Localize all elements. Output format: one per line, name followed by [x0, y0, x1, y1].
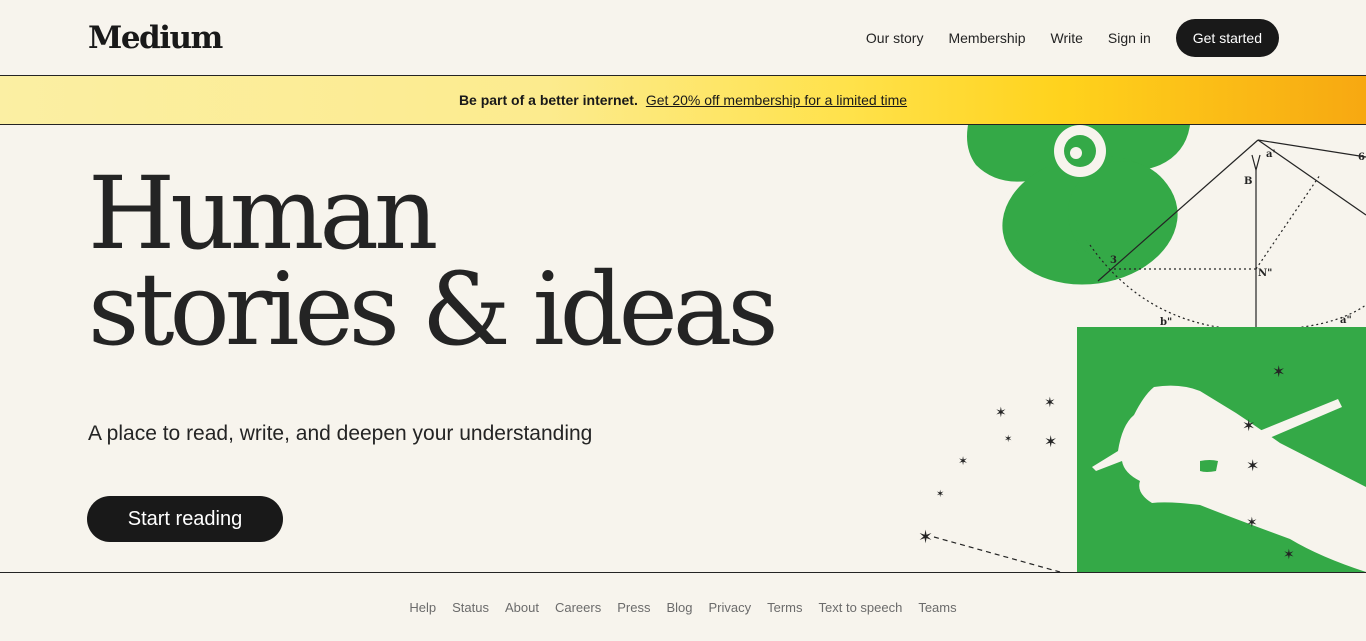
- hero-subtitle: A place to read, write, and deepen your …: [88, 422, 593, 445]
- banner-membership-link[interactable]: Get 20% off membership for a limited tim…: [646, 92, 907, 108]
- footer-help[interactable]: Help: [409, 600, 436, 615]
- nav-membership[interactable]: Membership: [948, 30, 1025, 46]
- hero-illustration: B N" E 3 b" a" a' 6 ✶ ✶ ✶ ✶ ✶ ✶ ✶ ✶ ✶ ✶ …: [918, 125, 1366, 572]
- diagram-label-a2: a": [1340, 315, 1352, 326]
- diagram-label-b2: b": [1160, 317, 1172, 328]
- svg-text:✶: ✶: [1246, 456, 1259, 475]
- medium-logo[interactable]: Medium: [88, 20, 223, 56]
- nav-our-story[interactable]: Our story: [866, 30, 924, 46]
- svg-text:✶: ✶: [1044, 432, 1057, 451]
- nav-write[interactable]: Write: [1051, 30, 1083, 46]
- footer-about[interactable]: About: [505, 600, 539, 615]
- footer-blog[interactable]: Blog: [666, 600, 692, 615]
- flower-illustration: [967, 125, 1190, 285]
- diagram-label-b: B: [1244, 176, 1252, 187]
- svg-text:✶: ✶: [1272, 362, 1285, 381]
- top-nav: Our story Membership Write Sign in Get s…: [866, 19, 1279, 57]
- start-reading-button[interactable]: Start reading: [87, 496, 283, 542]
- banner-text: Be part of a better internet.: [458, 92, 638, 108]
- get-started-button[interactable]: Get started: [1175, 19, 1279, 57]
- svg-text:✶: ✶: [1044, 395, 1056, 411]
- hero-title-line-2: stories & ideas: [88, 251, 779, 368]
- hand-illustration: [1077, 327, 1366, 572]
- promo-banner: Be part of a better internet. Get 20% of…: [0, 76, 1366, 125]
- footer-text-to-speech[interactable]: Text to speech: [819, 600, 903, 615]
- nav-sign-in[interactable]: Sign in: [1108, 30, 1151, 46]
- diagram-label-6: 6: [1358, 152, 1365, 163]
- footer-careers[interactable]: Careers: [555, 600, 601, 615]
- svg-text:✶: ✶: [995, 405, 1007, 421]
- svg-text:✶: ✶: [1242, 416, 1255, 435]
- footer-teams[interactable]: Teams: [918, 600, 956, 615]
- hero-title: Human stories & ideas: [88, 164, 779, 360]
- footer-privacy[interactable]: Privacy: [708, 600, 751, 615]
- footer-status[interactable]: Status: [452, 600, 489, 615]
- footer-press[interactable]: Press: [617, 600, 650, 615]
- diagram-label-n: N": [1258, 268, 1272, 279]
- svg-text:✶: ✶: [918, 527, 933, 548]
- svg-text:✶: ✶: [958, 454, 968, 468]
- diagram-label-a1: a': [1266, 149, 1276, 160]
- svg-text:✶: ✶: [1004, 434, 1012, 445]
- site-header: Medium Our story Membership Write Sign i…: [0, 0, 1366, 76]
- svg-text:✶: ✶: [936, 489, 944, 500]
- svg-text:✶: ✶: [1246, 515, 1258, 531]
- site-footer: Help Status About Careers Press Blog Pri…: [0, 572, 1366, 641]
- diagram-label-3: 3: [1110, 255, 1117, 266]
- footer-terms[interactable]: Terms: [767, 600, 802, 615]
- svg-text:✶: ✶: [1283, 547, 1295, 563]
